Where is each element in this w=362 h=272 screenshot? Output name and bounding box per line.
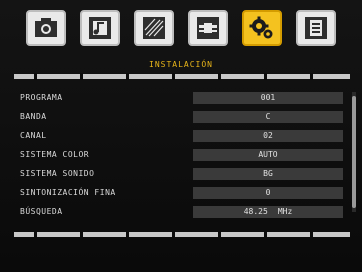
row-value[interactable]: BG [193,168,343,180]
menu-row-programa[interactable]: PROGRAMA 001 [18,90,348,106]
channel-scan-icon [143,17,165,39]
menu-scrollbar[interactable] [352,92,356,212]
row-value[interactable]: AUTO [193,149,343,161]
row-value[interactable]: 02 [193,130,343,142]
tab-connections[interactable] [188,10,228,46]
menu-row-sistema-color[interactable]: SISTEMA COLOR AUTO [18,147,348,163]
music-note-icon [89,17,111,39]
tab-picture[interactable] [26,10,66,46]
bottom-divider [14,231,350,238]
menu-row-busqueda[interactable]: BÚSQUEDA 48.25 MHz [18,204,348,220]
row-label: BÚSQUEDA [20,207,63,216]
row-value[interactable]: C [193,111,343,123]
row-label: SISTEMA COLOR [20,150,90,159]
tab-sound[interactable] [80,10,120,46]
section-title: INSTALACIÓN [149,60,213,69]
tab-installation[interactable] [242,10,282,46]
menu-tab-bar [26,10,346,50]
row-value[interactable]: 001 [193,92,343,104]
connection-icon [197,17,219,39]
row-label: SISTEMA SONIDO [20,169,95,178]
frequency-unit: MHz [277,207,293,216]
tab-document[interactable] [296,10,336,46]
menu-row-sintonizacion-fina[interactable]: SINTONIZACIÓN FINA 0 [18,185,348,201]
picture-icon [35,18,57,37]
row-label: CANAL [20,131,47,140]
row-label: BANDA [20,112,47,121]
document-icon [305,17,327,39]
top-divider [14,73,350,80]
row-label: SINTONIZACIÓN FINA [20,188,116,197]
menu-row-sistema-sonido[interactable]: SISTEMA SONIDO BG [18,166,348,182]
row-label: PROGRAMA [20,93,63,102]
scrollbar-thumb[interactable] [352,96,356,208]
menu-row-banda[interactable]: BANDA C [18,109,348,125]
row-value[interactable]: 48.25 MHz [193,206,343,218]
tv-osd-screen: INSTALACIÓN PROGRAMA 001 BANDA C CANAL 0… [0,0,362,272]
menu-row-canal[interactable]: CANAL 02 [18,128,348,144]
tab-channel-scan[interactable] [134,10,174,46]
settings-gears-icon [249,16,273,39]
row-value[interactable]: 0 [193,187,343,199]
